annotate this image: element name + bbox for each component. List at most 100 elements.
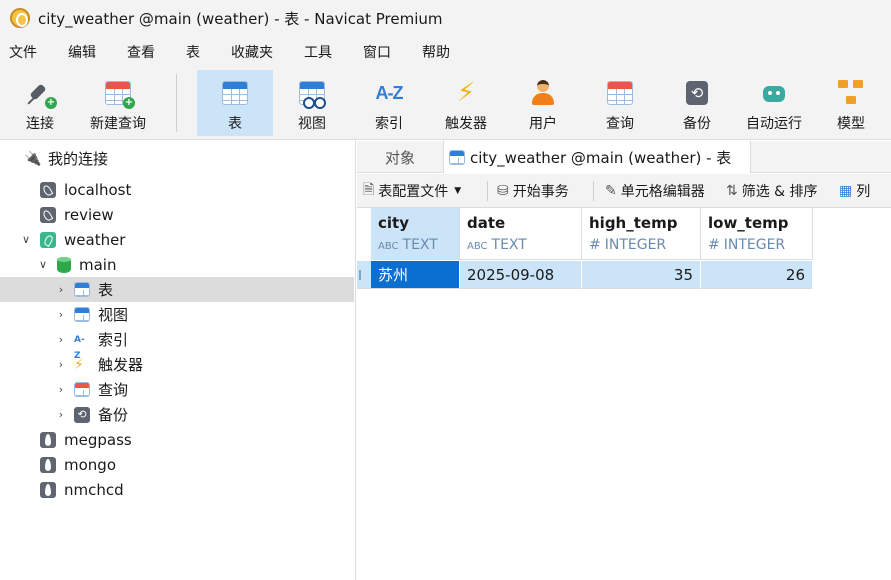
menu-help[interactable]: 帮助	[421, 40, 451, 64]
chevron-down-icon[interactable]: ∨	[37, 258, 49, 271]
tree-item-tables[interactable]: › 表	[0, 277, 354, 302]
tree-item-queries[interactable]: › 查询	[0, 377, 354, 402]
model-button[interactable]: 模型	[822, 70, 880, 136]
toolbar-divider	[176, 74, 177, 132]
column-type: # INTEGER	[589, 237, 667, 253]
main-toolbar: + 连接 + 新建查询 表 视图 A-Z 索引 ⚡ 触发器 用户 查询 ⟲ 备份…	[0, 68, 891, 140]
tree-item-label: localhost	[64, 180, 132, 199]
automation-button[interactable]: 自动运行	[742, 70, 806, 136]
chevron-right-icon[interactable]: ›	[55, 383, 67, 396]
database-icon	[57, 256, 71, 273]
tree-item-review[interactable]: review	[0, 202, 354, 227]
menu-window[interactable]: 窗口	[362, 40, 392, 64]
tree-item-weather[interactable]: ∨ weather	[0, 227, 354, 252]
plug-icon: +	[25, 78, 57, 109]
row-selector[interactable]	[357, 261, 371, 289]
robot-icon	[759, 78, 789, 108]
filter-sort-button[interactable]: ⇅ 筛选 & 排序	[726, 174, 818, 208]
filter-icon: ⇅	[726, 183, 738, 199]
new-query-button[interactable]: + 新建查询	[82, 70, 154, 136]
az-index-icon: A-Z	[74, 334, 85, 361]
view-glasses-icon	[74, 306, 90, 323]
connection-open-icon	[40, 231, 56, 248]
tree-item-megpass[interactable]: megpass	[0, 427, 354, 452]
tab-city-weather[interactable]: city_weather @main (weather) - 表	[443, 141, 751, 173]
menu-favorites[interactable]: 收藏夹	[230, 40, 274, 64]
mongodb-leaf-icon	[40, 481, 56, 498]
query-button[interactable]: 查询	[591, 70, 649, 136]
table-grid-icon	[220, 78, 250, 108]
column-type: # INTEGER	[708, 237, 786, 253]
text-type-icon: ABC	[467, 241, 488, 252]
table-cell-date[interactable]: 2025-09-08	[460, 261, 582, 289]
table-cell-high-temp[interactable]: 35	[582, 261, 701, 289]
tree-item-main[interactable]: ∨ main	[0, 252, 354, 277]
dropdown-caret-icon[interactable]: ▼	[454, 186, 461, 196]
index-button[interactable]: A-Z 索引	[359, 70, 419, 136]
chevron-right-icon[interactable]: ›	[55, 333, 67, 346]
view-label: 视图	[298, 116, 326, 132]
columns-button[interactable]: ▦ 列	[839, 174, 870, 208]
cell-editor-label: 单元格编辑器	[620, 184, 705, 200]
menu-tools[interactable]: 工具	[303, 40, 333, 64]
menu-view[interactable]: 查看	[126, 40, 156, 64]
tree-item-mongo[interactable]: mongo	[0, 452, 354, 477]
my-connections-header[interactable]: 🔌 我的连接	[0, 146, 354, 171]
query-grid-icon	[74, 381, 90, 398]
chevron-right-icon[interactable]: ›	[55, 408, 67, 421]
table-toolbar: 🗎 表配置文件 ▼ ⛁ 开始事务 ✎ 单元格编辑器 ⇅ 筛选 & 排序 ▦ 列	[357, 174, 891, 208]
tree-item-indexes[interactable]: › A-Z 索引	[0, 327, 354, 361]
model-label: 模型	[837, 116, 865, 132]
user-icon	[528, 78, 558, 108]
column-type: ABC TEXT	[378, 237, 438, 253]
tree-item-views[interactable]: › 视图	[0, 302, 354, 327]
tree-item-label: mongo	[64, 455, 116, 474]
table-grid-icon	[74, 281, 90, 298]
backup-button[interactable]: ⟲ 备份	[668, 70, 726, 136]
menu-edit[interactable]: 编辑	[67, 40, 97, 64]
menu-table[interactable]: 表	[185, 40, 201, 64]
column-header-high-temp[interactable]: high_temp # INTEGER	[582, 208, 701, 260]
index-label: 索引	[375, 116, 403, 132]
menu-file[interactable]: 文件	[8, 40, 38, 64]
menu-bar: 文件 编辑 查看 表 收藏夹 工具 窗口 帮助	[0, 36, 891, 68]
tree-item-nmchcd[interactable]: nmchcd	[0, 477, 354, 502]
tree-item-label: 视图	[98, 306, 129, 324]
chevron-right-icon[interactable]: ›	[55, 358, 67, 371]
tab-objects[interactable]: 对象	[357, 141, 443, 173]
pencil-edit-icon: ✎	[605, 183, 617, 199]
backup-restore-icon: ⟲	[74, 406, 90, 423]
title-bar: city_weather @main (weather) - 表 - Navic…	[0, 0, 891, 36]
trigger-button[interactable]: ⚡ 触发器	[436, 70, 496, 136]
mongodb-leaf-icon	[40, 431, 56, 448]
table-cell-low-temp[interactable]: 26	[701, 261, 813, 289]
chevron-right-icon[interactable]: ›	[55, 283, 67, 296]
tree-item-label: 触发器	[98, 356, 144, 374]
column-header-date[interactable]: date ABC TEXT	[460, 208, 582, 260]
tree-item-label: weather	[64, 230, 126, 249]
tab-city-weather-label: city_weather @main (weather) - 表	[470, 148, 732, 167]
columns-grid-icon: ▦	[839, 183, 853, 199]
table-button[interactable]: 表	[197, 70, 273, 136]
cell-editor-button[interactable]: ✎ 单元格编辑器	[605, 174, 705, 208]
my-connections-label: 我的连接	[48, 150, 109, 168]
model-diagram-icon	[836, 78, 866, 108]
user-button[interactable]: 用户	[514, 70, 572, 136]
tree-item-label: 查询	[98, 381, 129, 399]
connect-button[interactable]: + 连接	[14, 70, 66, 136]
begin-transaction-button[interactable]: ⛁ 开始事务	[497, 174, 569, 208]
number-type-icon: #	[589, 237, 601, 253]
tree-item-backups[interactable]: › ⟲ 备份	[0, 402, 354, 427]
number-type-icon: #	[708, 237, 720, 253]
az-index-icon: A-Z	[375, 82, 404, 103]
chevron-right-icon[interactable]: ›	[55, 308, 67, 321]
connection-icon	[40, 206, 56, 223]
view-button[interactable]: 视图	[283, 70, 341, 136]
chevron-down-icon[interactable]: ∨	[20, 233, 32, 246]
column-header-low-temp[interactable]: low_temp # INTEGER	[701, 208, 813, 260]
table-profile-button[interactable]: 🗎 表配置文件 ▼	[363, 174, 461, 208]
tree-item-localhost[interactable]: localhost	[0, 177, 354, 202]
table-cell-city[interactable]: 苏州	[371, 261, 460, 289]
tree-item-triggers[interactable]: › ⚡ 触发器	[0, 352, 354, 377]
column-header-city[interactable]: city ABC TEXT	[371, 208, 460, 260]
